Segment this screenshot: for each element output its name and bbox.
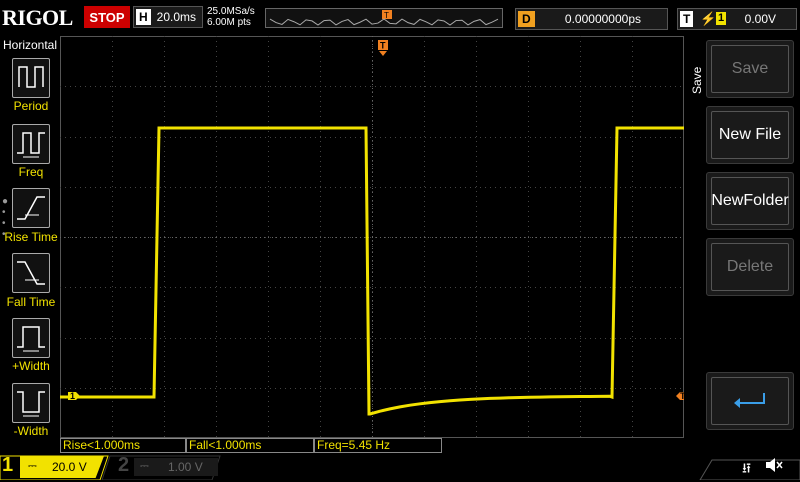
sample-rate: 25.0MSa/s: [207, 6, 255, 17]
right-menu-title: Save: [690, 66, 704, 94]
channel2-number[interactable]: 2: [118, 454, 129, 477]
delete-button-label: Delete: [726, 258, 774, 275]
pos-width-label: +Width: [12, 359, 50, 373]
graticule: T 1 T: [60, 36, 688, 438]
save-button-label: Save: [731, 60, 769, 77]
usb-icon: ⭿: [742, 460, 752, 476]
fall-time-icon: [17, 261, 45, 285]
new-folder-button-label: NewFolder: [711, 192, 789, 209]
rise-time-label: Rise Time: [4, 230, 58, 244]
channel1-coupling-icon: ⎓: [28, 460, 37, 472]
period-label: Period: [13, 99, 49, 113]
freq-label: Freq: [18, 165, 44, 179]
measure-fall-time[interactable]: Fall<1.000ms: [186, 438, 314, 453]
acquisition-info: 25.0MSa/s 6.00M pts: [207, 6, 263, 28]
waveform-display[interactable]: T 1 T: [60, 36, 688, 438]
neg-width-button[interactable]: [12, 383, 50, 423]
channel2-coupling-icon: ⎓: [140, 460, 149, 472]
trigger-level: 0.00V: [744, 12, 776, 26]
measure-rise-time[interactable]: Rise<1.000ms: [60, 438, 186, 453]
negative-width-icon: [17, 391, 45, 417]
rise-time-button[interactable]: [12, 188, 50, 228]
trigger-display[interactable]: T ⚡ 1 0.00V: [677, 8, 797, 30]
save-button[interactable]: Save: [706, 40, 794, 98]
delete-button[interactable]: Delete: [706, 238, 794, 296]
trigger-channel: 1: [716, 12, 727, 25]
trigger-position-letter: T: [384, 11, 389, 20]
delay-display[interactable]: D 0.00000000ps: [515, 8, 668, 30]
rise-time-icon: [17, 196, 45, 220]
run-stop-indicator[interactable]: STOP: [84, 6, 130, 28]
left-menu-title: Horizontal: [2, 38, 58, 52]
positive-width-icon: [17, 326, 45, 352]
pos-width-button[interactable]: [12, 318, 50, 358]
channel2-scale-box[interactable]: ⎓ 1.00 V: [134, 458, 218, 476]
measure-frequency[interactable]: Freq=5.45 Hz: [314, 438, 442, 453]
frequency-icon: [17, 132, 45, 158]
freq-button[interactable]: [12, 124, 50, 164]
brand-logo: RIGOL: [2, 5, 73, 30]
channel1-scale-box[interactable]: ⎓ 20.0 V: [20, 456, 104, 478]
memory-overview-strip: T: [265, 8, 503, 28]
neg-width-label: -Width: [13, 424, 49, 438]
enter-button[interactable]: [706, 372, 794, 430]
channel1-scale: 20.0 V: [52, 460, 87, 474]
period-icon: [18, 66, 44, 88]
memory-depth: 6.00M pts: [207, 17, 251, 28]
enter-return-icon: [734, 393, 765, 408]
memory-waveform-preview: T: [269, 10, 499, 26]
fall-time-label: Fall Time: [6, 295, 56, 309]
timebase-value: 20.0ms: [156, 10, 197, 24]
horizontal-timebase[interactable]: H 20.0ms: [133, 6, 203, 28]
speaker-mute-icon[interactable]: [764, 456, 784, 479]
new-file-button-label: New File: [718, 126, 782, 143]
channel1-number[interactable]: 1: [2, 454, 22, 480]
period-button[interactable]: [12, 58, 50, 98]
new-file-button[interactable]: New File: [706, 106, 794, 164]
horizontal-letter: H: [136, 9, 151, 25]
new-folder-button[interactable]: NewFolder: [706, 172, 794, 230]
trigger-letter: T: [680, 11, 694, 27]
channel1-marker-text: 1: [70, 391, 75, 401]
channel2-scale: 1.00 V: [168, 460, 203, 474]
trigger-position-text: T: [380, 41, 386, 51]
fall-time-button[interactable]: [12, 253, 50, 293]
delay-value: 0.00000000ps: [564, 12, 641, 26]
delay-letter: D: [518, 11, 535, 27]
rising-edge-icon: ⚡: [700, 11, 717, 26]
